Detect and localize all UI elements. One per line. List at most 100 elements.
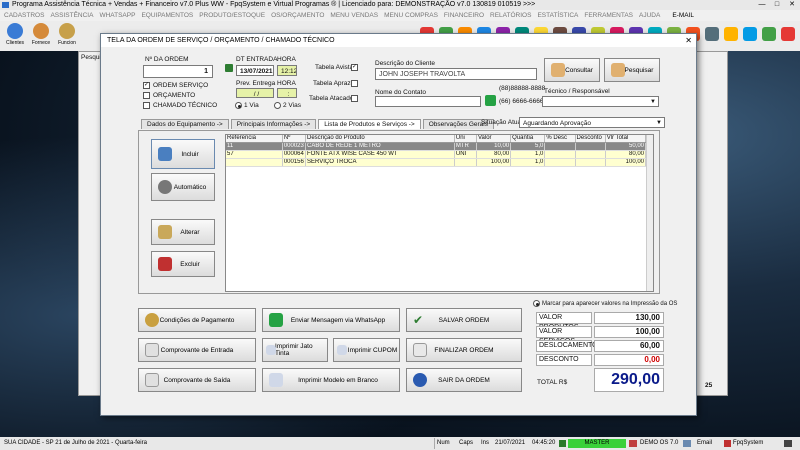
status-version: DEMO OS 7.0	[640, 440, 679, 446]
table-header-row: Referencia Nº Descrição do Produto Uni V…	[226, 135, 647, 143]
excluir-label: Excluir	[180, 260, 200, 268]
ordem-servico-checkbox[interactable]: ✓	[143, 82, 150, 89]
toolbar-funcionarios-label: Funcion	[58, 40, 76, 46]
alterar-button[interactable]: Alterar	[151, 219, 215, 245]
toolbar-shortcut-icon[interactable]	[781, 27, 795, 41]
col-perc-desc[interactable]: % Desc	[544, 135, 576, 143]
tab-dados-equipamento[interactable]: Dados do Equipamento ->	[141, 119, 229, 129]
col-uni[interactable]: Uni	[454, 135, 477, 143]
grid-scrollbar[interactable]	[646, 135, 653, 291]
os-number-field[interactable]: 1	[143, 65, 213, 78]
menu-ajuda[interactable]: AJUDA	[639, 12, 660, 19]
menu-assistencia[interactable]: ASSISTÊNCIA	[50, 12, 93, 19]
table-row[interactable]: 11 000023 CABO DE REDE 1 METRO MTR 10,00…	[226, 142, 647, 151]
via-2[interactable]: 2 Vias	[274, 102, 301, 109]
toolbar-fornecedores-button[interactable]: Fornece	[30, 23, 52, 49]
cliente-field[interactable]: JOHN JOSEPH TRAVOLTA	[375, 68, 537, 80]
maximize-button[interactable]: □	[771, 0, 783, 9]
col-descricao[interactable]: Descrição do Produto	[305, 135, 455, 143]
col-valor[interactable]: Valor	[476, 135, 512, 143]
menu-ferramentas[interactable]: FERRAMENTAS	[584, 12, 633, 19]
toolbar-shortcut-icon[interactable]	[743, 27, 757, 41]
comprovante-saida-button[interactable]: Comprovante de Saída	[138, 368, 256, 392]
menu-whatsapp[interactable]: WHATSAPP	[99, 12, 135, 19]
toolbar-funcionarios-button[interactable]: Funcion	[56, 23, 78, 49]
tab-strip: Dados do Equipamento -> Principais Infor…	[141, 119, 494, 129]
menu-email[interactable]: E-MAIL	[672, 12, 694, 19]
close-button[interactable]: ✕	[786, 0, 798, 9]
col-quantia[interactable]: Quantia	[510, 135, 546, 143]
whatsapp-button[interactable]: Enviar Mensagem via WhatsApp	[262, 308, 400, 332]
deslocamento-value[interactable]: 60,00	[594, 340, 664, 352]
total-label: TOTAL R$	[537, 379, 568, 386]
ordem-servico-label: ORDEM SERVIÇO	[153, 82, 209, 90]
comprovante-entrada-button[interactable]: Comprovante de Entrada	[138, 338, 256, 362]
menu-financeiro[interactable]: FINANCEIRO	[444, 12, 484, 19]
status-email[interactable]: Email	[697, 437, 712, 450]
desconto-value[interactable]: 0,00	[594, 354, 664, 366]
menu-produto-estoque[interactable]: PRODUTO/ESTOQUE	[199, 12, 265, 19]
menu-os-orcamento[interactable]: OS/ORÇAMENTO	[271, 12, 324, 19]
col-vlr-total[interactable]: Vlr Total	[605, 135, 647, 143]
app-title: Programa Assistência Técnica + Vendas + …	[12, 1, 536, 8]
hora-field[interactable]: 12:12	[277, 65, 297, 76]
dialog-close-button[interactable]: ✕	[685, 34, 692, 47]
calendar-icon[interactable]	[225, 64, 233, 72]
imprimir-cupom-button[interactable]: Imprimir CUPOM	[333, 338, 400, 362]
menu-estatistica[interactable]: ESTATÍSTICA	[537, 12, 578, 19]
imprimir-modelo-branco-button[interactable]: Imprimir Modelo em Branco	[262, 368, 400, 392]
marcar-valores[interactable]: Marcar para aparecer valores na Impressã…	[533, 300, 677, 307]
menu-relatorios[interactable]: RELATÓRIOS	[490, 12, 531, 19]
hora2-field[interactable]: :	[277, 88, 297, 98]
comp-entrada-label: Comprovante de Entrada	[160, 346, 234, 354]
situacao-select[interactable]: Aguardando Aprovação ▼	[519, 117, 665, 128]
pesquisar-button[interactable]: Pesquisar	[604, 58, 660, 82]
prev-entrega-field[interactable]: / /	[236, 88, 274, 98]
tab-principais-informacoes[interactable]: Principais Informações ->	[230, 119, 317, 129]
via-2-radio[interactable]	[274, 102, 281, 109]
menu-vendas[interactable]: MENU VENDAS	[330, 12, 378, 19]
consultar-button[interactable]: Consultar	[544, 58, 600, 82]
table-row[interactable]: 57 000064 FONTE ATX WISE CASE 450 WT UNI…	[226, 150, 647, 159]
imprimir-jato-button[interactable]: Imprimir Jato Tinta	[262, 338, 328, 362]
via-1[interactable]: 1 Via	[235, 102, 259, 109]
background-tab[interactable]: Pesqui	[81, 54, 101, 61]
sair-ordem-button[interactable]: SAIR DA ORDEM	[406, 368, 522, 392]
os-type-chamado[interactable]: CHAMADO TÉCNICO	[143, 102, 217, 109]
contato-field[interactable]	[375, 96, 481, 107]
excluir-button[interactable]: Excluir	[151, 251, 215, 277]
toolbar-shortcut-icon[interactable]	[762, 27, 776, 41]
finalizar-ordem-button[interactable]: FINALIZAR ORDEM	[406, 338, 522, 362]
dt-entrada-field[interactable]: 13/07/2021	[236, 65, 274, 76]
col-referencia[interactable]: Referencia	[226, 135, 283, 143]
chamado-tecnico-checkbox[interactable]	[143, 102, 150, 109]
os-type-orcamento[interactable]: ORÇAMENTO	[143, 92, 195, 99]
minimize-button[interactable]: —	[756, 0, 768, 9]
toolbar-clientes-button[interactable]: Clientes	[4, 23, 26, 49]
menu-cadastros[interactable]: CADASTROS	[4, 12, 44, 19]
condicoes-pagamento-button[interactable]: Condições de Pagamento	[138, 308, 256, 332]
cell: MTR	[454, 142, 477, 151]
automatico-button[interactable]: Automático	[151, 173, 215, 201]
salvar-ordem-button[interactable]: ✔ SALVAR ORDEM	[406, 308, 522, 332]
via-1-radio[interactable]	[235, 102, 242, 109]
tabela-aprazo-checkbox[interactable]	[351, 80, 358, 87]
tab-lista-produtos[interactable]: Lista de Produtos e Serviços ->	[318, 119, 421, 129]
incluir-button[interactable]: Incluir	[151, 139, 215, 169]
table-row[interactable]: 000156 SERVIÇO TROCA 100,00 1,0 100,00	[226, 158, 647, 167]
tabela-atacado-checkbox[interactable]	[351, 95, 358, 102]
col-desconto[interactable]: Desconto	[575, 135, 606, 143]
finalize-icon	[413, 343, 427, 357]
tabela-avista-checkbox[interactable]: ✓	[351, 64, 358, 71]
cell: 57	[226, 150, 283, 159]
menu-equipamentos[interactable]: EQUIPAMENTOS	[141, 12, 193, 19]
toolbar-shortcut-icon[interactable]	[705, 27, 719, 41]
toolbar-shortcut-icon[interactable]	[724, 27, 738, 41]
menu-compras[interactable]: MENU COMPRAS	[384, 12, 438, 19]
tecnico-select[interactable]: ▼	[542, 96, 659, 107]
marcar-valores-radio[interactable]	[533, 300, 540, 307]
col-numero[interactable]: Nº	[282, 135, 306, 143]
os-type-ordem[interactable]: ✓ ORDEM SERVIÇO	[143, 82, 208, 89]
orcamento-checkbox[interactable]	[143, 92, 150, 99]
whatsapp-icon[interactable]	[485, 95, 496, 106]
